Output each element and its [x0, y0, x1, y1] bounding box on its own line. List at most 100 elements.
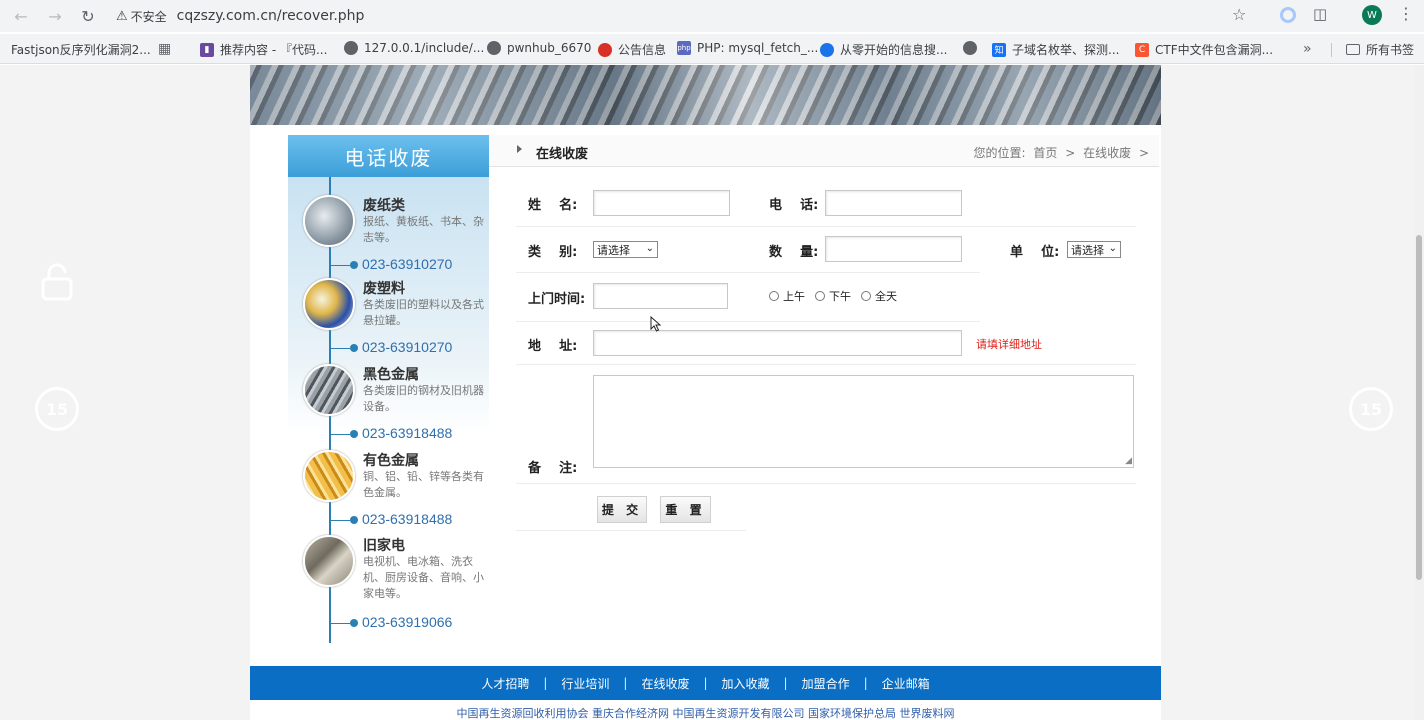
address-bar[interactable]: ⚠ 不安全 cqzszy.com.cn/recover.php — [112, 3, 1262, 29]
unit-select[interactable]: 请选择 ⌄ — [1067, 241, 1121, 258]
ferrous-metal-image — [303, 364, 355, 416]
folder-icon — [1346, 44, 1360, 55]
timeline-dot — [350, 430, 358, 438]
sidebar: 电话收废 废纸类 报纸、黄板纸、书本、杂志等。 023-63910270 废塑料… — [288, 135, 489, 645]
category-phone: 023-63910270 — [362, 339, 453, 355]
scrollbar-thumb[interactable] — [1416, 235, 1422, 580]
footer-partner-links[interactable]: 中国再生资源回收利用协会 重庆合作经济网 中国再生资源开发有限公司 国家环境保护… — [250, 705, 1161, 720]
forward-icon[interactable]: → — [40, 1, 70, 31]
breadcrumb-prefix: 您的位置: — [973, 146, 1026, 160]
radio-label: 全天 — [875, 290, 897, 303]
radio-afternoon[interactable]: 下午 — [815, 288, 851, 304]
quantity-input[interactable] — [825, 236, 962, 262]
address-label: 地 址: — [528, 339, 578, 354]
timeline-tick — [330, 348, 350, 349]
menu-kebab-icon[interactable]: ⋮ — [1398, 4, 1414, 23]
more-bookmarks-icon[interactable]: » — [1303, 41, 1312, 57]
footer-link[interactable]: 企业邮箱 — [868, 675, 944, 692]
category-select-value: 请选择 — [597, 243, 630, 257]
row-divider — [516, 364, 1136, 365]
bookmark-item[interactable]: Fastjson反序列化漏洞2... — [11, 41, 151, 58]
reload-icon[interactable]: ↻ — [73, 1, 103, 31]
breadcrumb-home-link[interactable]: 首页 — [1033, 146, 1057, 160]
security-indicator[interactable]: ⚠ 不安全 — [116, 8, 167, 25]
bookmark-label: 子域名枚举、探测... — [1012, 43, 1120, 57]
bookmark-label: PHP: mysql_fetch_... — [697, 41, 819, 55]
old-appliance-image — [303, 535, 355, 587]
bookmark-item[interactable]: 从零开始的信息搜... — [820, 41, 947, 58]
breadcrumb-current-link[interactable]: 在线收废 — [1083, 146, 1131, 160]
footer-link[interactable]: 行业培训 — [547, 675, 623, 692]
footer-link[interactable]: 人才招聘 — [467, 675, 543, 692]
radio-label: 上午 — [783, 290, 805, 303]
mouse-cursor-icon — [650, 316, 662, 332]
visit-time-input[interactable] — [593, 283, 728, 309]
row-divider — [516, 226, 1136, 227]
bookmark-label: Fastjson反序列化漏洞2... — [11, 43, 151, 57]
unit-label: 单 位: — [1010, 245, 1060, 260]
radio-all-day[interactable]: 全天 — [861, 288, 897, 304]
scrollbar[interactable] — [1414, 65, 1424, 720]
extensions-puzzle-icon[interactable]: ◫ — [1313, 5, 1327, 23]
purple-page-icon: ▮ — [200, 42, 214, 57]
apps-grid-icon[interactable]: ▦ — [158, 41, 171, 57]
bookmark-item[interactable]: ▮ 推荐内容 - 『代码... — [200, 41, 327, 58]
footer-link[interactable]: 加盟合作 — [788, 675, 864, 692]
red-icon — [598, 42, 612, 57]
quantity-label: 数 量: — [769, 245, 819, 260]
bookmark-item[interactable]: php PHP: mysql_fetch_... — [677, 41, 818, 55]
breadcrumb: 您的位置: 首页 > 在线收废 > — [969, 144, 1149, 161]
reset-button[interactable]: 重 置 — [660, 496, 711, 523]
extension-circle-icon[interactable] — [1280, 7, 1296, 23]
bookmark-item[interactable]: 公告信息 — [598, 41, 666, 58]
website-page: 电话收废 废纸类 报纸、黄板纸、书本、杂志等。 023-63910270 废塑料… — [250, 65, 1161, 720]
name-input[interactable] — [593, 190, 730, 216]
category-label: 类 别: — [528, 245, 578, 260]
globe-icon — [487, 41, 501, 55]
category-select[interactable]: 请选择 ⌄ — [593, 241, 658, 258]
profile-avatar[interactable]: W — [1362, 5, 1382, 25]
url-text[interactable]: cqzszy.com.cn/recover.php — [177, 8, 365, 24]
name-label: 姓 名: — [528, 198, 578, 213]
browser-toolbar: ← → ↻ ⚠ 不安全 cqzszy.com.cn/recover.php ☆ … — [0, 0, 1424, 32]
timeline-dot — [350, 261, 358, 269]
bookmark-label: pwnhub_6670 — [507, 41, 592, 55]
warning-icon: ⚠ — [116, 8, 128, 24]
all-bookmarks-button[interactable]: 所有书签 — [1346, 41, 1414, 58]
rewind-15-icon[interactable]: 15 — [35, 387, 79, 431]
breadcrumb-separator: > — [1065, 146, 1076, 160]
category-title: 旧家电 — [363, 538, 405, 554]
bookmark-item[interactable]: 知 子域名枚举、探测... — [992, 41, 1119, 58]
globe-icon — [963, 41, 977, 55]
footer-link[interactable]: 加入收藏 — [708, 675, 784, 692]
submit-button[interactable]: 提 交 — [597, 496, 647, 523]
category-title: 废纸类 — [363, 198, 405, 214]
back-icon[interactable]: ← — [6, 1, 36, 31]
zhihu-icon: 知 — [992, 42, 1006, 57]
timeline-dot — [350, 516, 358, 524]
remarks-textarea[interactable]: ◢ — [593, 375, 1134, 468]
breadcrumb-separator: > — [1138, 146, 1149, 160]
section-title: 在线收废 — [536, 147, 589, 162]
bookmark-item[interactable]: C CTF中文件包含漏洞... — [1135, 41, 1273, 58]
sidebar-header: 电话收废 — [288, 135, 489, 177]
bookmark-label: 127.0.0.1/include/... — [364, 41, 485, 55]
timeline-tick — [330, 265, 350, 266]
bookmark-item[interactable]: pwnhub_6670 — [487, 41, 591, 55]
resize-grip-icon[interactable]: ◢ — [1125, 456, 1132, 466]
address-input[interactable] — [593, 330, 962, 356]
radio-morning[interactable]: 上午 — [769, 288, 805, 304]
footer-link[interactable]: 在线收废 — [627, 675, 703, 692]
chevron-down-icon: ⌄ — [645, 243, 654, 254]
bookmark-label: 公告信息 — [618, 43, 667, 57]
unit-select-value: 请选择 — [1071, 243, 1104, 257]
phone-input[interactable] — [825, 190, 962, 216]
bookmark-item[interactable]: 127.0.0.1/include/... — [344, 41, 484, 55]
bookmark-star-icon[interactable]: ☆ — [1232, 5, 1246, 24]
lock-icon[interactable] — [40, 263, 74, 301]
chevron-down-icon: ⌄ — [1108, 243, 1117, 254]
remarks-label: 备 注: — [528, 461, 578, 476]
category-title: 有色金属 — [363, 453, 419, 469]
bookmark-item[interactable] — [963, 41, 983, 55]
forward-15-icon[interactable]: 15 — [1349, 387, 1393, 431]
